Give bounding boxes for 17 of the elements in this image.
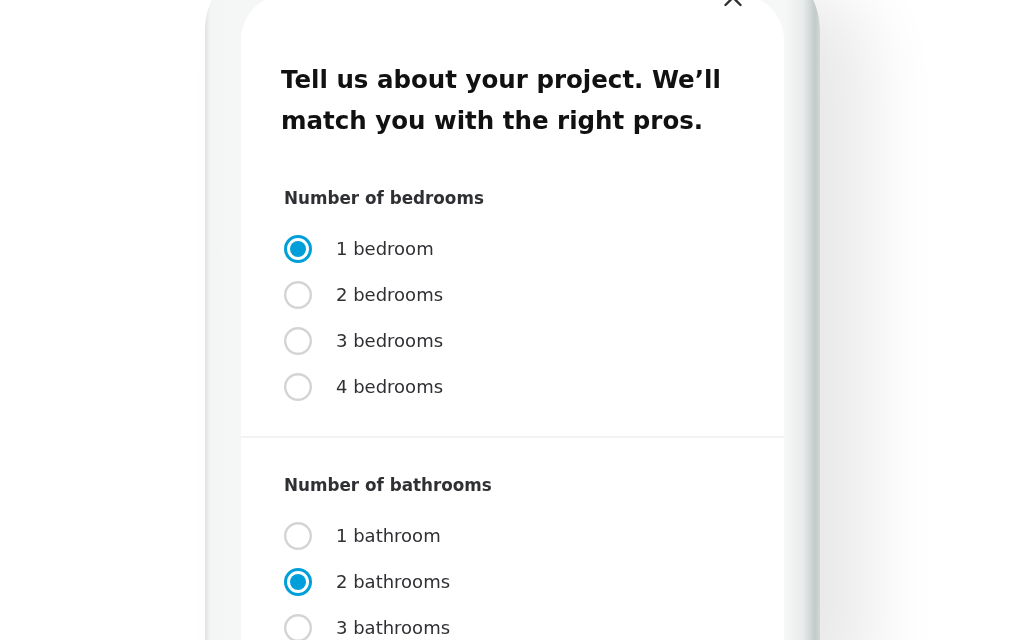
- radio-button[interactable]: [284, 522, 312, 550]
- option-label: 3 bathrooms: [336, 616, 451, 640]
- option-label: 1 bedroom: [336, 237, 434, 261]
- option-label: 1 bathroom: [336, 524, 441, 548]
- radio-button[interactable]: [284, 327, 312, 355]
- option-label: 4 bedrooms: [336, 375, 444, 399]
- option-label: 3 bedrooms: [336, 329, 444, 353]
- page-title: Tell us about your project. We’ll match you with the right pros.: [281, 64, 722, 137]
- radio-button[interactable]: [284, 281, 312, 309]
- option-label: 2 bathrooms: [336, 570, 451, 594]
- question-label: Number of bedrooms: [284, 187, 484, 210]
- question-label: Number of bathrooms: [284, 474, 492, 497]
- radio-button[interactable]: [284, 568, 312, 596]
- radio-button[interactable]: [284, 614, 312, 640]
- option-label: 2 bedrooms: [336, 283, 444, 307]
- radio-button[interactable]: [284, 373, 312, 401]
- radio-button[interactable]: [284, 235, 312, 263]
